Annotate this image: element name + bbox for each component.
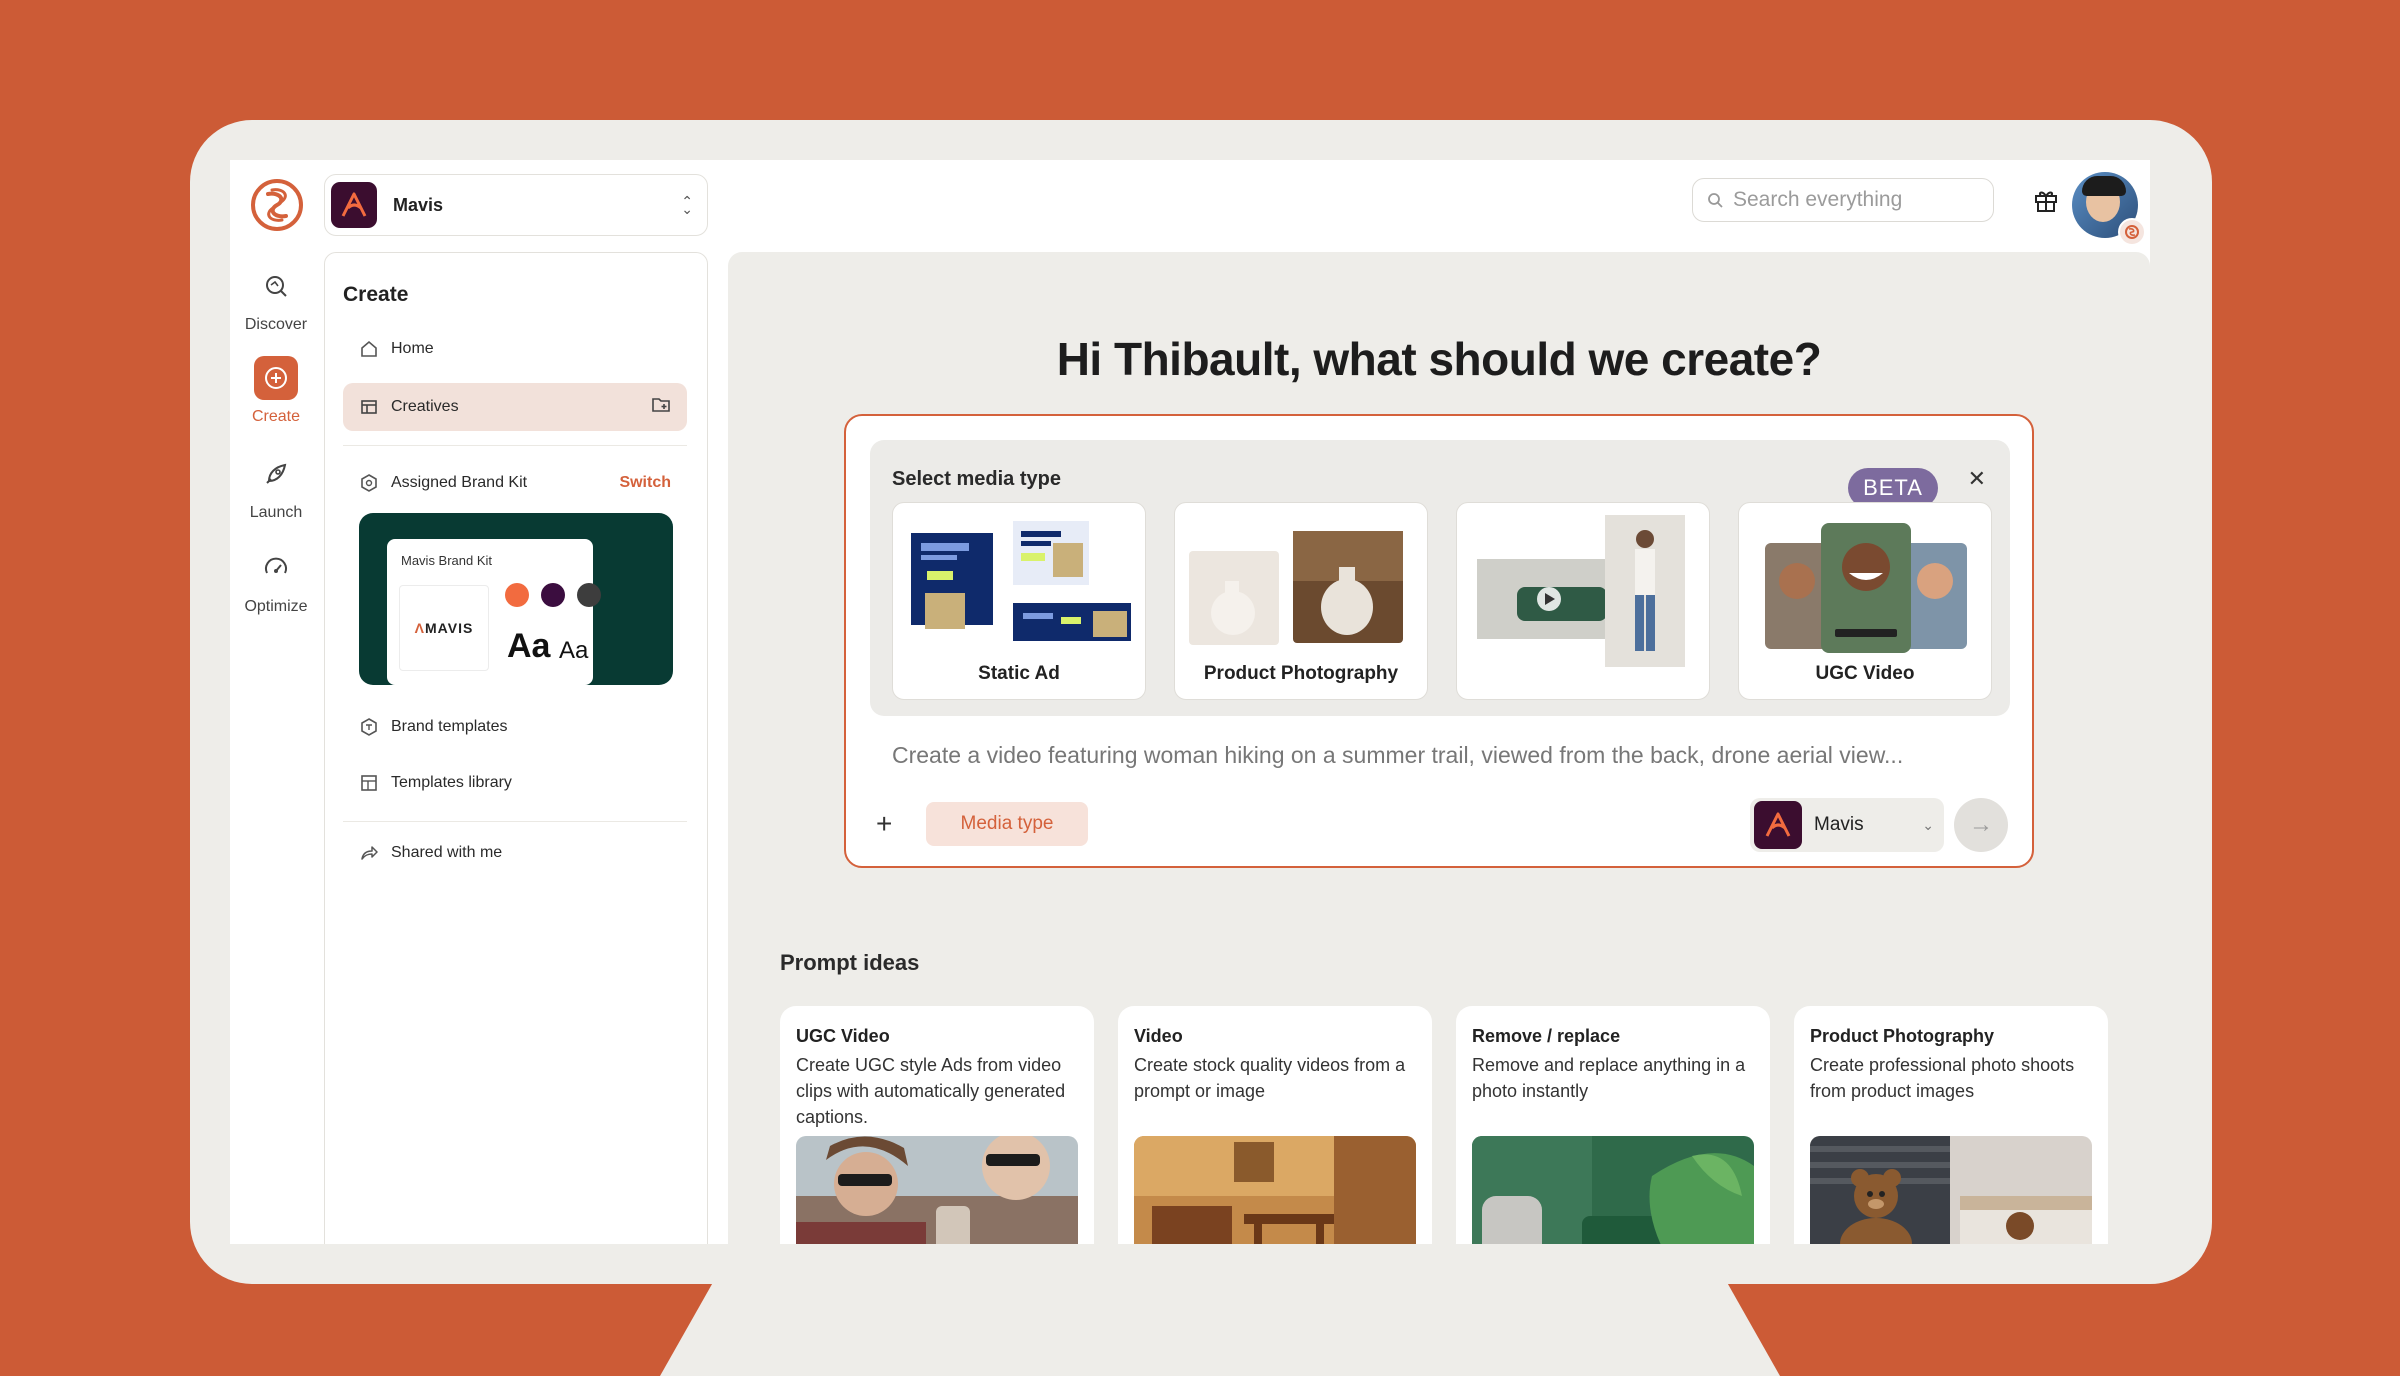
workspace-selector[interactable]: Mavis ⌃ ⌄ <box>324 174 708 236</box>
brand-font-sample-large: Aa <box>507 627 551 665</box>
media-card-product-photography[interactable]: Product Photography <box>1174 502 1428 700</box>
sidebar-item-label: Home <box>391 340 434 357</box>
new-folder-icon[interactable] <box>651 396 671 419</box>
brand-kit-logo: Λ MAVIS <box>399 585 489 671</box>
gauge-icon <box>254 546 298 590</box>
sidebar-item-shared-with-me[interactable]: Shared with me <box>343 829 687 877</box>
user-avatar[interactable] <box>2072 172 2146 246</box>
main-content: Hi Thibault, what should we create? Sele… <box>728 252 2150 1244</box>
prompt-idea-desc: Remove and replace anything in a photo i… <box>1472 1055 1746 1101</box>
prompt-idea-image <box>1134 1136 1416 1244</box>
brand-select-value: Mavis <box>1814 814 1864 835</box>
media-panel-title: Select media type <box>892 468 1061 490</box>
switch-brand-kit-link[interactable]: Switch <box>619 474 671 492</box>
page-title: Hi Thibault, what should we create? <box>1056 333 1822 385</box>
discover-icon <box>254 264 298 308</box>
prompt-composer: Select media type BETA ✕ Static Ad Produ… <box>844 414 2034 868</box>
static-ad-thumbnail <box>911 521 1131 641</box>
prompt-idea-card-video[interactable]: Video Create stock quality videos from a… <box>1118 1006 1432 1244</box>
rail-label-launch: Launch <box>249 504 303 521</box>
search-icon <box>1708 193 1723 208</box>
prompt-idea-image <box>1810 1136 2092 1244</box>
layout-icon <box>359 397 379 417</box>
sidebar-item-label: Shared with me <box>391 844 503 861</box>
create-plus-icon <box>254 356 298 400</box>
rocket-icon <box>254 452 298 496</box>
media-card-label: Static Ad <box>978 663 1060 684</box>
media-type-button[interactable]: Media type <box>926 802 1088 846</box>
sidebar-title: Create <box>343 283 409 306</box>
chevron-updown-icon: ⌃ ⌄ <box>681 193 693 217</box>
product-photography-thumbnail <box>1189 531 1403 645</box>
sidebar-item-brand-templates[interactable]: Brand templates <box>343 703 687 751</box>
app-logo-icon[interactable] <box>250 178 304 232</box>
media-card-label: Product Photography <box>1203 663 1399 684</box>
prompt-idea-card-product-photography[interactable]: Product Photography Create professional … <box>1794 1006 2108 1244</box>
chevron-down-icon: ⌄ <box>1922 816 1934 833</box>
assigned-brand-kit-label: Assigned Brand Kit <box>391 474 528 491</box>
brand-color-swatch <box>577 583 601 607</box>
media-type-panel: Select media type BETA ✕ Static Ad Produ… <box>870 440 2010 716</box>
rail-item-launch[interactable]: Launch <box>230 452 322 522</box>
share-icon <box>359 843 379 863</box>
library-icon <box>359 773 379 793</box>
prompt-idea-title: UGC Video <box>796 1026 890 1046</box>
prompt-idea-card-remove-replace[interactable]: Remove / replace Remove and replace anyt… <box>1456 1006 1770 1244</box>
rail-label-optimize: Optimize <box>244 598 308 615</box>
brand-badge-icon <box>2118 218 2146 246</box>
brand-kit-preview[interactable]: Mavis Brand Kit Λ MAVIS Aa Aa <box>359 513 673 685</box>
sidebar-item-label: Brand templates <box>391 718 508 735</box>
rail-item-discover[interactable]: Discover <box>230 264 322 334</box>
app-window: Mavis ⌃ ⌄ Search everything Discover Crea… <box>230 160 2150 1244</box>
prompt-idea-desc: Create UGC style Ads from video clips wi… <box>796 1055 1066 1127</box>
sidebar-item-creatives[interactable]: Creatives <box>343 383 687 431</box>
ugc-video-thumbnail <box>1765 523 1967 653</box>
add-attachment-icon[interactable]: + <box>876 808 892 840</box>
prompt-idea-title: Video <box>1134 1026 1183 1046</box>
video-thumbnail <box>1477 515 1685 667</box>
prompt-idea-title: Product Photography <box>1810 1026 1994 1046</box>
prompt-input[interactable]: Create a video featuring woman hiking on… <box>892 742 1903 769</box>
prompt-idea-image <box>1472 1136 1754 1244</box>
rail-item-optimize[interactable]: Optimize <box>230 546 322 616</box>
rail-label-discover: Discover <box>244 316 308 333</box>
prompt-ideas-title: Prompt ideas <box>780 950 920 975</box>
brand-color-swatch <box>541 583 565 607</box>
media-card-label: UGC Video <box>1815 663 1915 684</box>
brand-kit-card: Mavis Brand Kit Λ MAVIS Aa Aa <box>387 539 601 685</box>
sidebar-item-home[interactable]: Home <box>343 325 687 373</box>
brand-kit-title: Mavis Brand Kit <box>401 553 493 568</box>
brand-kit-icon <box>359 473 379 493</box>
brand-color-swatch <box>505 583 529 607</box>
workspace-logo-icon <box>331 182 377 228</box>
assigned-brand-kit-row: Assigned Brand Kit Switch <box>343 459 687 507</box>
prompt-idea-desc: Create stock quality videos from a promp… <box>1134 1055 1406 1101</box>
sidebar-item-label: Templates library <box>391 774 512 791</box>
brand-font-sample-small: Aa <box>559 637 589 664</box>
brand-select-dropdown[interactable]: Mavis ⌄ <box>1750 798 1944 852</box>
search-input[interactable]: Search everything <box>1733 188 1902 212</box>
media-card-static-ad[interactable]: Static Ad <box>892 502 1146 700</box>
search-box[interactable]: Search everything <box>1692 178 1994 222</box>
gift-icon[interactable] <box>2032 186 2060 214</box>
close-icon[interactable]: ✕ <box>1968 466 1986 492</box>
sidebar-item-label: Creatives <box>391 398 459 415</box>
monitor-stand <box>660 1270 1780 1376</box>
media-card-ugc-video[interactable]: UGC Video <box>1738 502 1992 700</box>
create-sidebar: Create Home Creatives Assigned Brand Kit… <box>324 252 708 1244</box>
prompt-idea-title: Remove / replace <box>1472 1026 1621 1046</box>
template-hex-icon <box>359 717 379 737</box>
sidebar-item-templates-library[interactable]: Templates library <box>343 759 687 807</box>
brand-logo-icon <box>1754 801 1802 849</box>
prompt-idea-card-ugc-video[interactable]: UGC Video Create UGC style Ads from vide… <box>780 1006 1094 1244</box>
workspace-name: Mavis <box>393 194 444 215</box>
send-arrow-button[interactable]: → <box>1954 798 2008 852</box>
media-card-video[interactable] <box>1456 502 1710 700</box>
rail-label-create: Create <box>251 408 301 425</box>
prompt-idea-desc: Create professional photo shoots from pr… <box>1810 1055 2075 1101</box>
home-icon <box>359 339 379 359</box>
prompt-idea-image <box>796 1136 1078 1244</box>
rail-item-create[interactable]: Create <box>230 356 322 426</box>
